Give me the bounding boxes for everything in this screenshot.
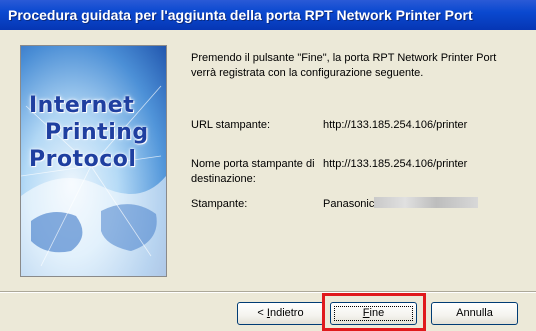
dest-port-label: Nome porta stampante di destinazione: [191,158,315,185]
focus-indicator [334,306,413,321]
back-button[interactable]: < Indietro [237,302,324,325]
printer-value-text: Panasonic [323,198,375,210]
banner-text-internet: Internet [29,93,135,118]
url-value: http://133.185.254.106/printer [323,119,468,131]
printer-label: Stampante: [191,198,248,210]
finish-button[interactable]: Fine [330,302,417,325]
cancel-button[interactable]: Annulla [431,302,518,325]
banner-text-printing: Printing [45,120,149,145]
ipp-banner-image: Internet Printing Protocol [20,45,167,277]
printer-value: Panasonic [323,197,479,212]
intro-text: Premendo il pulsante "Fine", la porta RP… [191,52,497,79]
redacted-model [374,197,479,208]
back-button-prefix: < [257,307,267,319]
footer-separator [0,291,536,293]
url-label: URL stampante: [191,119,271,131]
back-button-label: ndietro [269,307,304,319]
banner-text-protocol: Protocol [29,147,137,172]
dest-port-value: http://133.185.254.106/printer [323,158,468,170]
window-title: Procedura guidata per l'aggiunta della p… [0,0,536,30]
